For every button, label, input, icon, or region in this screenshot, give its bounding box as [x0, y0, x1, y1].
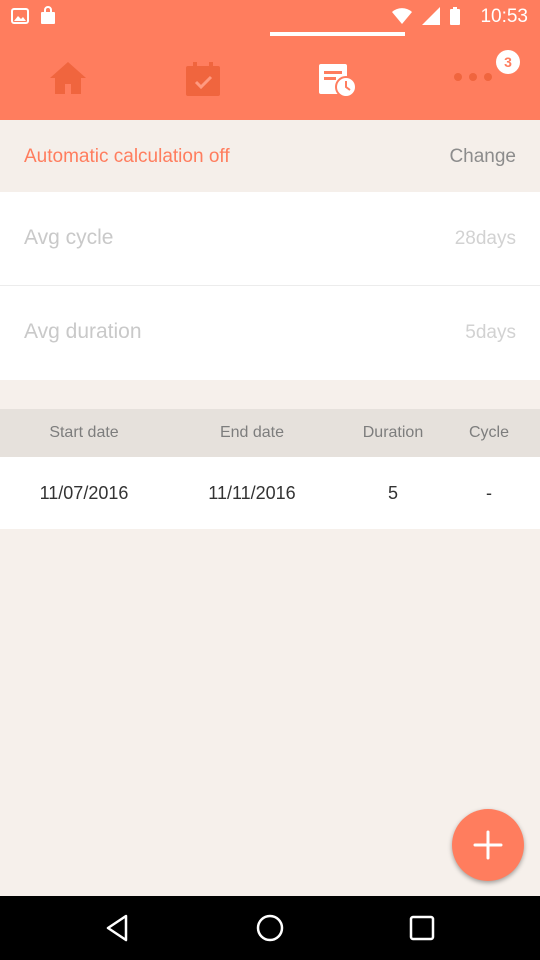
tab-history[interactable] [270, 32, 405, 120]
header-end-date: End date [219, 424, 285, 441]
status-time: 10:53 [480, 6, 528, 27]
avg-cycle-value: 28days [454, 228, 516, 249]
header-start-date: Start date [49, 424, 119, 441]
header-duration: Duration [362, 424, 424, 441]
avg-duration-row: Avg duration 5days [0, 286, 540, 380]
notification-badge: 3 [496, 50, 520, 74]
header-cycle: Cycle [468, 424, 509, 441]
tab-bar: 3 [0, 32, 540, 120]
cell-cycle: - [486, 482, 492, 503]
gallery-icon [11, 8, 29, 24]
status-bar: 10:53 [0, 0, 540, 32]
home-icon [49, 62, 86, 94]
change-button[interactable]: Change [449, 146, 516, 168]
cell-end-date: 11/11/2016 [208, 482, 296, 503]
tab-home[interactable] [0, 32, 135, 120]
back-icon[interactable] [102, 912, 134, 944]
navigation-bar [0, 896, 540, 960]
avg-cycle-label: Avg cycle [24, 226, 114, 249]
avg-duration-label: Avg duration [24, 320, 142, 343]
calculation-row: Automatic calculation off Change [0, 120, 540, 192]
signal-icon [422, 7, 440, 25]
shopping-bag-icon [41, 6, 55, 24]
tab-calendar[interactable] [135, 32, 270, 120]
more-dots-icon [453, 73, 492, 81]
status-left-icons [10, 6, 58, 26]
calendar-check-icon [185, 62, 220, 96]
recents-icon[interactable] [406, 912, 438, 944]
plus-icon [473, 830, 503, 860]
avg-duration-value: 5days [465, 322, 516, 343]
cell-duration: 5 [387, 482, 398, 503]
avg-cycle-row: Avg cycle 28days [0, 192, 540, 286]
tab-more[interactable]: 3 [405, 32, 540, 120]
battery-icon [450, 7, 460, 25]
add-period-button[interactable] [452, 809, 524, 881]
wifi-icon [392, 8, 412, 24]
cell-start-date: 11/07/2016 [39, 482, 129, 503]
table-row[interactable]: 11/07/2016 11/11/2016 5 - [0, 457, 540, 529]
status-right-icons [392, 7, 460, 25]
table-header: Start date End date Duration Cycle [0, 409, 540, 457]
calculation-status-label: Automatic calculation off [24, 146, 230, 167]
calendar-clock-icon [318, 64, 357, 98]
active-tab-indicator [270, 32, 405, 36]
home-nav-icon[interactable] [254, 912, 286, 944]
